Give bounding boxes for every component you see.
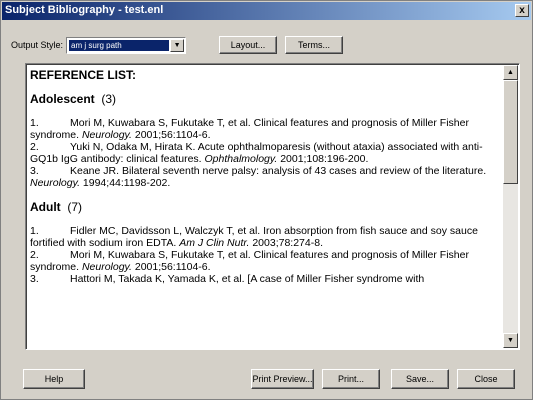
help-button[interactable]: Help xyxy=(23,369,85,389)
section-heading-adult: Adult (7) xyxy=(30,201,501,213)
print-button[interactable]: Print... xyxy=(322,369,380,389)
reference-entry: 3. Keane JR. Bilateral seventh nerve pals… xyxy=(30,165,487,189)
save-button[interactable]: Save... xyxy=(391,369,449,389)
output-style-label: Output Style: xyxy=(11,40,64,50)
section-count: (3) xyxy=(101,92,117,106)
scroll-thumb[interactable] xyxy=(503,80,518,184)
output-style-row: Output Style: am j surg path ▼ xyxy=(11,35,187,55)
vertical-scrollbar[interactable]: ▲ ▼ xyxy=(503,65,518,348)
reference-entry: 2. Mori M, Kuwabara S, Fukutake T, et al.… xyxy=(30,249,469,273)
print-preview-button[interactable]: Print Preview... xyxy=(251,369,314,389)
window-title: Subject Bibliography - test.enl xyxy=(5,4,164,16)
section-heading-adolescent: Adolescent (3) xyxy=(30,93,501,105)
reference-entry: 3. Hattori M, Takada K, Yamada K, et al. … xyxy=(30,273,425,285)
output-style-select[interactable]: am j surg path ▼ xyxy=(66,36,187,54)
section-name: Adolescent xyxy=(30,92,95,106)
terms-button[interactable]: Terms... xyxy=(285,36,343,54)
bibliography-preview[interactable]: REFERENCE LIST: Adolescent (3) 1. Mori M,… xyxy=(25,63,520,350)
chevron-down-icon[interactable]: ▼ xyxy=(170,38,185,52)
reference-list-heading: REFERENCE LIST: xyxy=(30,68,137,82)
reference-entry: 1. Mori M, Kuwabara S, Fukutake T, et al.… xyxy=(30,117,469,141)
reference-entry: 2. Yuki N, Odaka M, Hirata K. Acute ophth… xyxy=(30,141,483,165)
section-name: Adult xyxy=(30,200,61,214)
close-icon[interactable]: x xyxy=(515,4,529,17)
output-style-value: am j surg path xyxy=(69,39,170,51)
title-bar: Subject Bibliography - test.enl x xyxy=(2,2,531,20)
scroll-down-icon[interactable]: ▼ xyxy=(503,333,518,348)
scroll-up-icon[interactable]: ▲ xyxy=(503,65,518,80)
bibliography-content: REFERENCE LIST: Adolescent (3) 1. Mori M,… xyxy=(30,67,501,349)
close-button[interactable]: Close xyxy=(457,369,515,389)
reference-entry: 1. Fidler MC, Davidsson L, Walczyk T, et … xyxy=(30,225,478,249)
section-count: (7) xyxy=(67,200,82,214)
subject-bibliography-window: Subject Bibliography - test.enl x Output… xyxy=(0,0,533,400)
layout-button[interactable]: Layout... xyxy=(219,36,277,54)
